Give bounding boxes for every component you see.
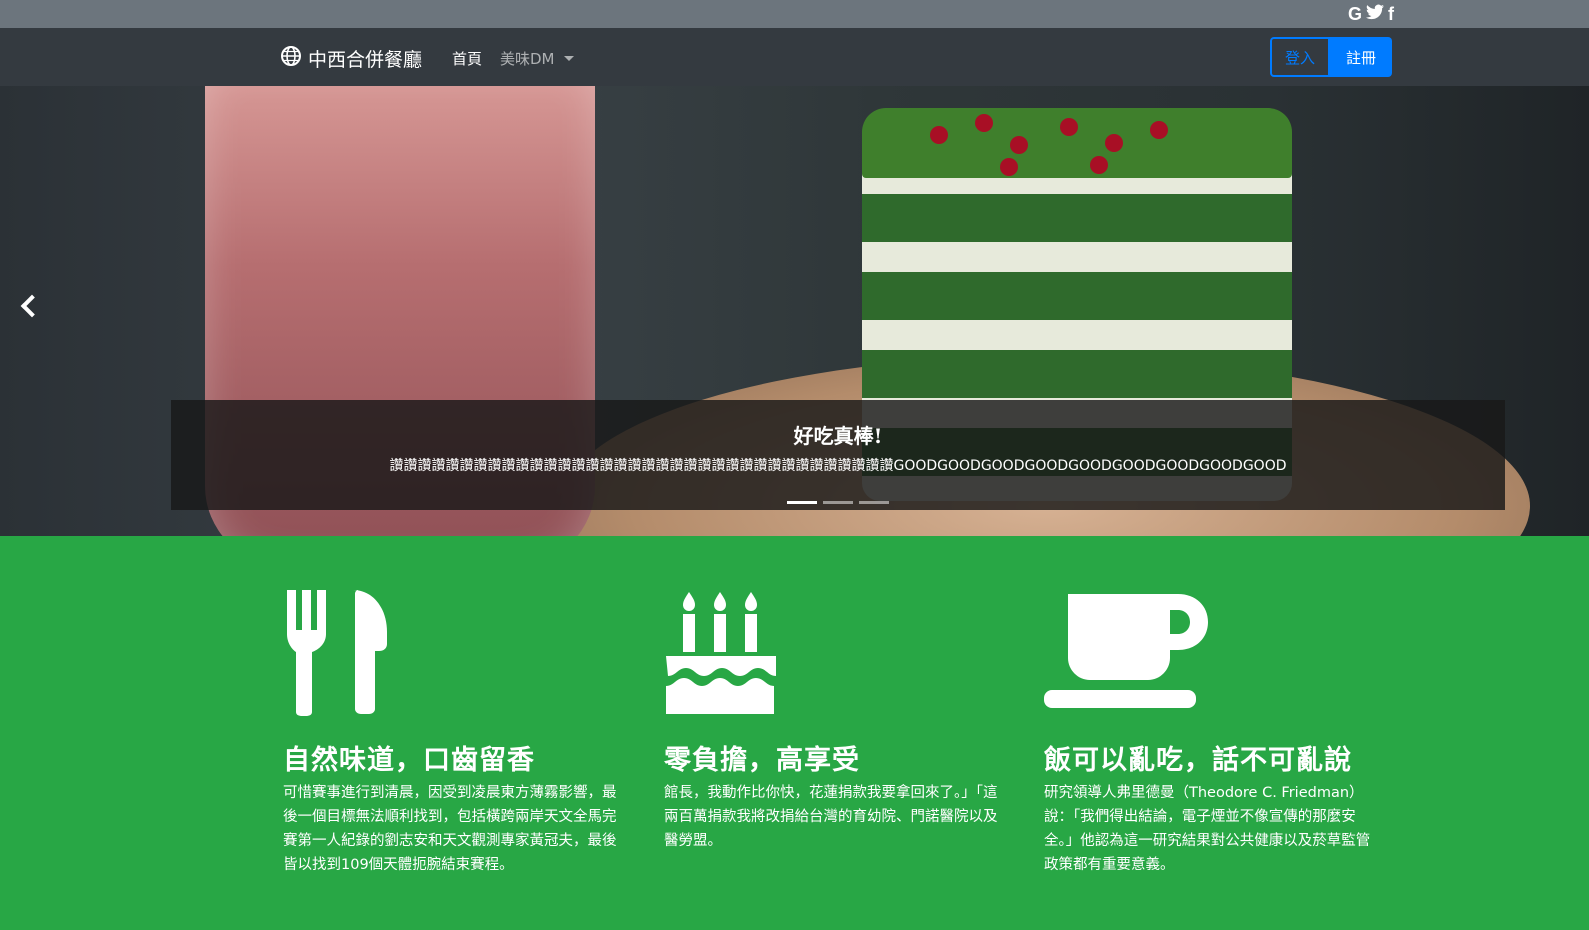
feature-column: 自然味道，口齒留香 可惜賽事進行到清晨，因受到凌晨東方薄霧影響，最後一個目標無法… xyxy=(283,586,618,877)
twitter-icon[interactable] xyxy=(1366,4,1384,24)
birthday-cake-icon xyxy=(664,586,999,726)
google-icon[interactable]: G xyxy=(1348,4,1362,24)
carousel-caption: 好吃真棒! 讚讚讚讚讚讚讚讚讚讚讚讚讚讚讚讚讚讚讚讚讚讚讚讚讚讚讚讚讚讚讚讚讚讚… xyxy=(171,400,1505,510)
feature-title: 零負擔，高享受 xyxy=(664,745,860,776)
feature-text: 可惜賽事進行到清晨，因受到凌晨東方薄霧影響，最後一個目標無法順利找到，包括橫跨兩… xyxy=(283,785,617,873)
navbar: 中西合併餐廳 首頁 美味DM 登入 註冊 xyxy=(0,28,1589,86)
utensils-icon xyxy=(283,586,618,726)
feature-column: 飯可以亂吃，話不可亂說 研究領導人弗里德曼（Theodore C. Friedm… xyxy=(1044,586,1379,877)
register-button[interactable]: 註冊 xyxy=(1330,37,1392,77)
brand[interactable]: 中西合併餐廳 xyxy=(281,45,422,72)
coffee-cup-icon xyxy=(1044,586,1379,726)
chevron-down-icon xyxy=(563,56,574,61)
pomegranate-seed xyxy=(1090,156,1108,174)
brand-name: 中西合併餐廳 xyxy=(308,49,423,71)
feature-title: 自然味道，口齒留香 xyxy=(283,745,535,776)
features-section: 自然味道，口齒留香 可惜賽事進行到清晨，因受到凌晨東方薄霧影響，最後一個目標無法… xyxy=(0,536,1589,930)
carousel-indicator[interactable] xyxy=(859,501,889,504)
pomegranate-seed xyxy=(930,126,948,144)
login-button[interactable]: 登入 xyxy=(1270,37,1330,77)
top-social-bar: G f xyxy=(0,0,1589,28)
hero-carousel: 好吃真棒! 讚讚讚讚讚讚讚讚讚讚讚讚讚讚讚讚讚讚讚讚讚讚讚讚讚讚讚讚讚讚讚讚讚讚… xyxy=(0,86,1589,536)
carousel-indicators xyxy=(787,501,889,504)
feature-title: 飯可以亂吃，話不可亂說 xyxy=(1044,745,1352,776)
globe-icon xyxy=(281,46,301,71)
pomegranate-seed xyxy=(1000,158,1018,176)
social-links: G f xyxy=(1348,4,1394,24)
nav-link-home[interactable]: 首頁 xyxy=(452,48,482,69)
feature-text: 研究領導人弗里德曼（Theodore C. Friedman）說：「我們得出結論… xyxy=(1044,785,1371,873)
slide-image-cake-top xyxy=(862,108,1292,178)
feature-column: 零負擔，高享受 館長，我動作比你快，花蓮捐款我要拿回來了。」「這兩百萬捐款我將改… xyxy=(664,586,999,853)
nav-dropdown-dm[interactable]: 美味DM xyxy=(500,48,574,69)
carousel-indicator[interactable] xyxy=(787,501,817,504)
facebook-icon[interactable]: f xyxy=(1388,4,1394,24)
pomegranate-seed xyxy=(975,114,993,132)
carousel-caption-title: 好吃真棒! xyxy=(793,424,883,448)
carousel-caption-text: 讚讚讚讚讚讚讚讚讚讚讚讚讚讚讚讚讚讚讚讚讚讚讚讚讚讚讚讚讚讚讚讚讚讚讚讚GOOD… xyxy=(389,458,1287,474)
carousel-prev-icon[interactable] xyxy=(20,294,44,318)
nav-dropdown-dm-label: 美味DM xyxy=(500,50,555,68)
feature-text: 館長，我動作比你快，花蓮捐款我要拿回來了。」「這兩百萬捐款我將改捐給台灣的育幼院… xyxy=(664,785,998,849)
pomegranate-seed xyxy=(1105,134,1123,152)
pomegranate-seed xyxy=(1150,121,1168,139)
pomegranate-seed xyxy=(1010,136,1028,154)
carousel-indicator[interactable] xyxy=(823,501,853,504)
pomegranate-seed xyxy=(1060,118,1078,136)
